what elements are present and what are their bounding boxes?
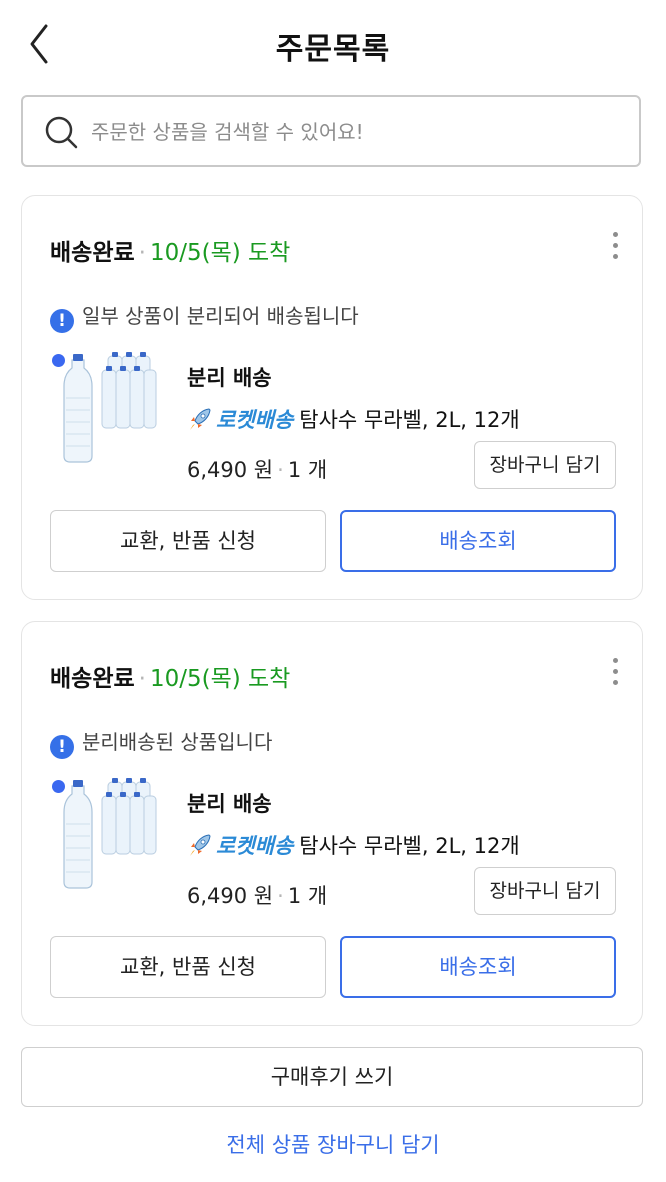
order-card: 배송완료 · 10/5(목) 도착 ! 분리배송된 상품입니다 분리 배송 로켓… [21, 621, 643, 1026]
track-delivery-button[interactable]: 배송조회 [340, 510, 616, 572]
product-price: 6,490 원 [187, 884, 274, 908]
app-header: 주문목록 [0, 0, 666, 88]
product-image[interactable] [50, 348, 160, 468]
product-title-row[interactable]: 로켓배송 탐사수 무라벨, 2L, 12개 [187, 404, 520, 434]
add-to-cart-button[interactable]: 장바구니 담기 [474, 441, 616, 489]
rocket-icon [190, 834, 211, 856]
order-notice: ! 일부 상품이 분리되어 배송됩니다 [50, 300, 359, 333]
info-icon: ! [50, 309, 74, 333]
return-exchange-button[interactable]: 교환, 반품 신청 [50, 936, 326, 998]
track-delivery-button[interactable]: 배송조회 [340, 936, 616, 998]
arrival-date: 10/5(목) 도착 [149, 666, 291, 692]
info-icon: ! [50, 735, 74, 759]
page-title: 주문목록 [275, 32, 391, 67]
order-status: 배송완료 [50, 240, 135, 266]
order-status-row: 배송완료 · 10/5(목) 도착 [50, 659, 290, 693]
more-options-icon[interactable] [608, 232, 622, 266]
return-exchange-button[interactable]: 교환, 반품 신청 [50, 510, 326, 572]
rocket-delivery-badge: 로켓배송 [216, 408, 294, 432]
product-name: 탐사수 무라벨, 2L, 12개 [299, 408, 520, 432]
status-separator: · [138, 666, 146, 692]
search-icon [45, 116, 78, 149]
price-row: 6,490 원 · 1 개 [187, 454, 327, 484]
delivery-type: 분리 배송 [187, 792, 272, 816]
price-separator: · [277, 458, 284, 482]
product-image[interactable] [50, 774, 160, 894]
delivery-type: 분리 배송 [187, 366, 272, 390]
selection-dot [52, 780, 65, 793]
water-bottles-image [63, 778, 157, 889]
rocket-delivery-badge: 로켓배송 [216, 834, 294, 858]
water-bottles-image [63, 352, 157, 463]
product-quantity: 1 개 [287, 884, 328, 908]
price-row: 6,490 원 · 1 개 [187, 880, 327, 910]
selection-dot [52, 354, 65, 367]
status-separator: · [138, 240, 146, 266]
price-separator: · [277, 884, 284, 908]
notice-text: 분리배송된 상품입니다 [82, 730, 273, 754]
write-review-button[interactable]: 구매후기 쓰기 [21, 1047, 643, 1107]
product-quantity: 1 개 [287, 458, 328, 482]
search-bar[interactable] [21, 95, 641, 167]
search-input[interactable] [89, 111, 623, 153]
order-status-row: 배송완료 · 10/5(목) 도착 [50, 233, 290, 267]
rocket-icon [190, 408, 211, 430]
add-to-cart-button[interactable]: 장바구니 담기 [474, 867, 616, 915]
product-price: 6,490 원 [187, 458, 274, 482]
add-all-to-cart-link[interactable]: 전체 상품 장바구니 담기 [0, 1129, 666, 1159]
notice-text: 일부 상품이 분리되어 배송됩니다 [82, 304, 359, 328]
product-title-row[interactable]: 로켓배송 탐사수 무라벨, 2L, 12개 [187, 830, 520, 860]
order-status: 배송완료 [50, 666, 135, 692]
arrival-date: 10/5(목) 도착 [149, 240, 291, 266]
order-notice: ! 분리배송된 상품입니다 [50, 726, 272, 759]
more-options-icon[interactable] [608, 658, 622, 692]
order-card: 배송완료 · 10/5(목) 도착 ! 일부 상품이 분리되어 배송됩니다 분리 배송 [21, 195, 643, 600]
product-name: 탐사수 무라벨, 2L, 12개 [299, 834, 520, 858]
